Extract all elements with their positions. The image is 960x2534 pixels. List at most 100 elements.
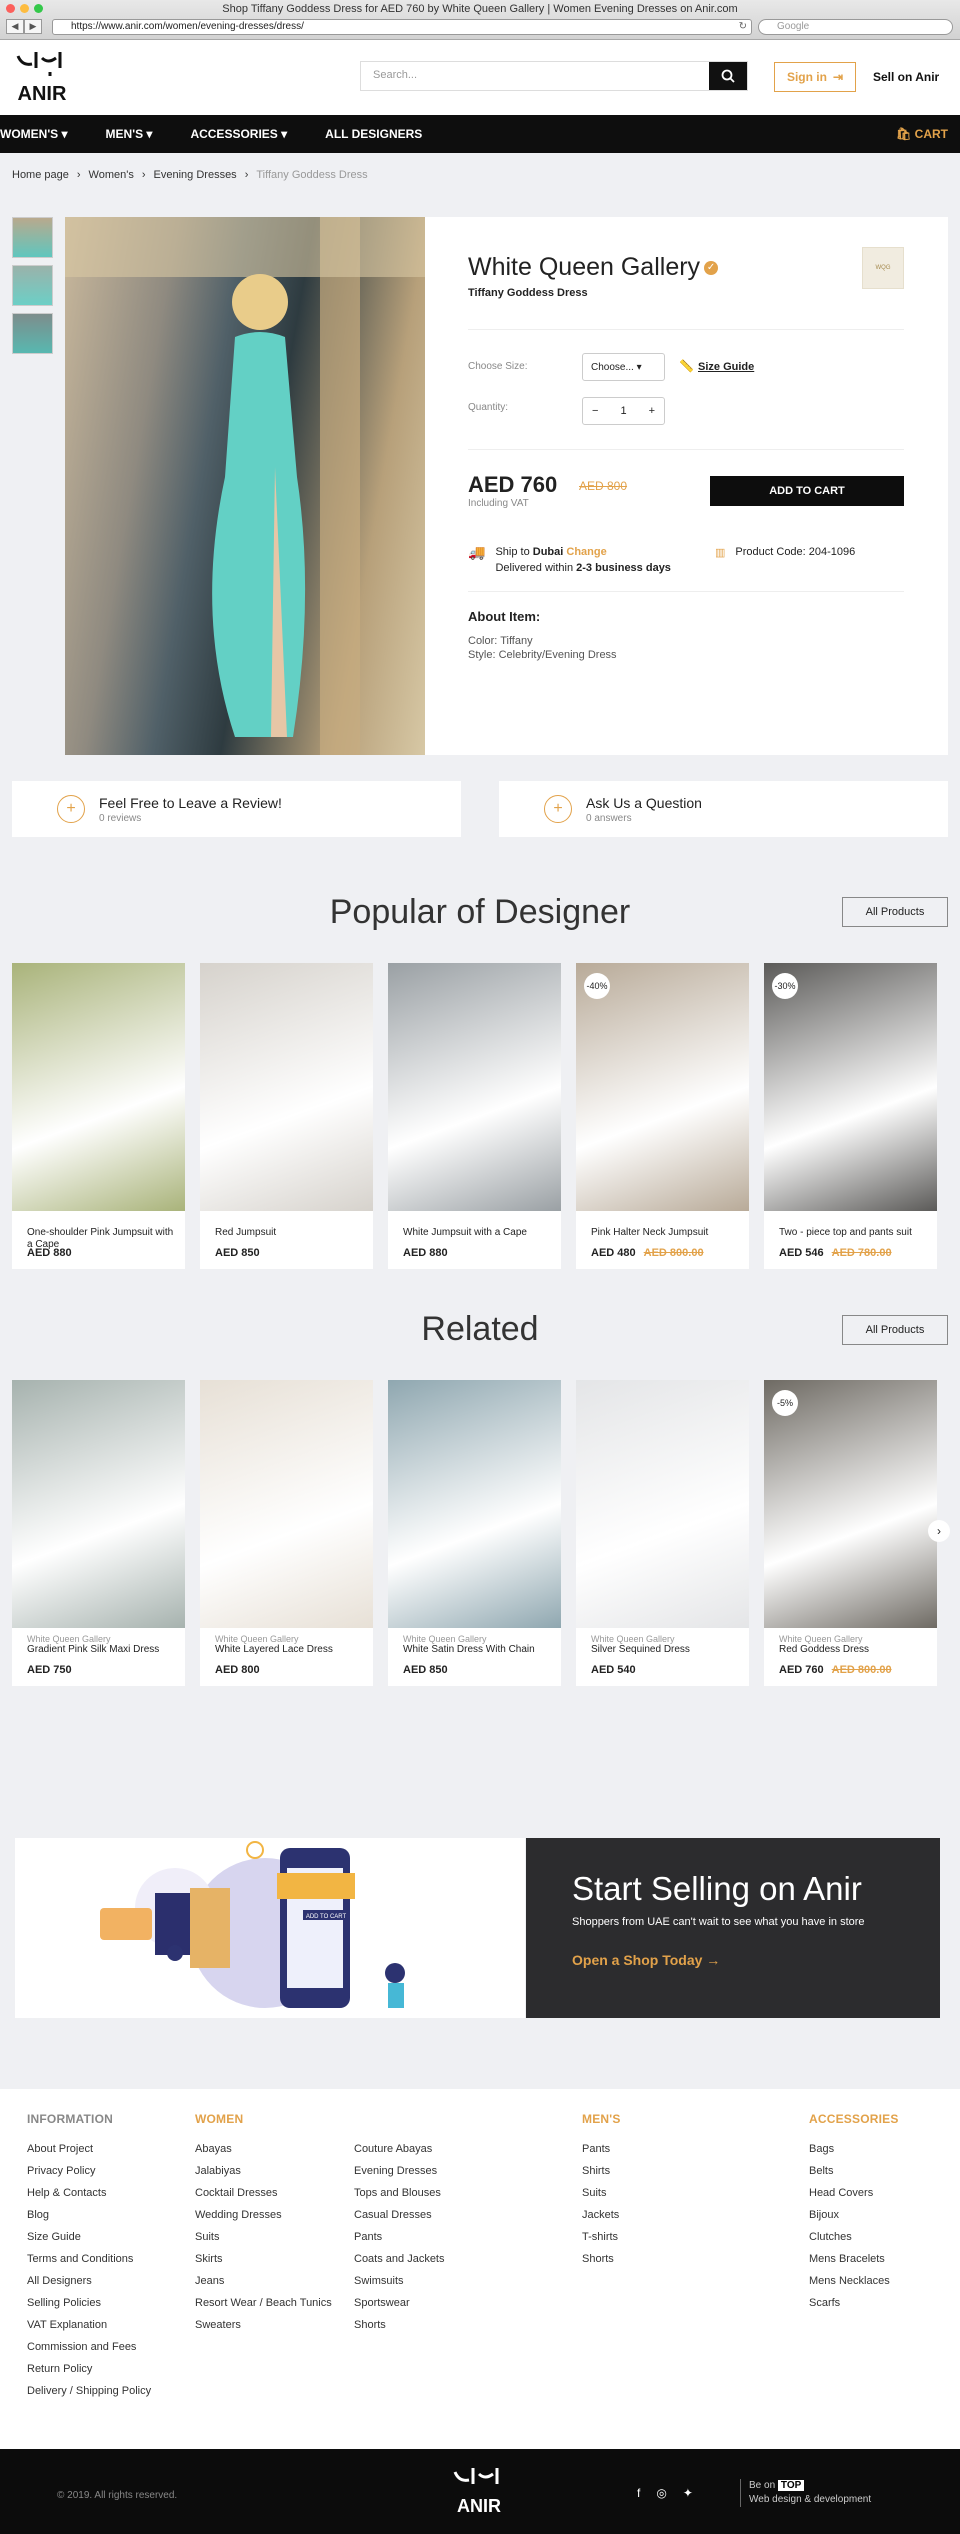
facebook-icon[interactable]: f (637, 2486, 640, 2500)
ask-question-box[interactable]: + Ask Us a Question 0 answers (499, 781, 948, 837)
address-bar[interactable]: https://www.anir.com/women/evening-dress… (52, 19, 752, 35)
increase-button[interactable]: + (649, 405, 655, 417)
footer-women-link[interactable]: Sweaters (195, 2319, 332, 2331)
quantity-value[interactable]: 1 (620, 405, 626, 417)
footer-women-link[interactable]: Swimsuits (354, 2275, 445, 2287)
footer-women-link[interactable]: Wedding Dresses (195, 2209, 332, 2221)
footer-men-link[interactable]: Jackets (582, 2209, 621, 2221)
anir-logo[interactable]: ANIR (12, 48, 72, 106)
product-image[interactable] (200, 1380, 373, 1628)
nav-all-designers[interactable]: ALL DESIGNERS (325, 127, 422, 141)
twitter-icon[interactable]: ✦ (683, 2486, 693, 2500)
footer-men-link[interactable]: Pants (582, 2143, 621, 2155)
footer-accessories-link[interactable]: Scarfs (809, 2297, 899, 2309)
footer-women-link[interactable]: Couture Abayas (354, 2143, 445, 2155)
footer-accessories-link[interactable]: Mens Necklaces (809, 2275, 899, 2287)
open-shop-link[interactable]: Open a Shop Today → (572, 1952, 894, 1968)
anir-footer-logo[interactable]: ANIR (449, 2466, 509, 2518)
footer-info-link[interactable]: Delivery / Shipping Policy (27, 2385, 151, 2397)
product-name[interactable]: Pink Halter Neck Jumpsuit (591, 1227, 741, 1239)
product-main-image[interactable] (65, 217, 425, 755)
footer-accessories-link[interactable]: Bijoux (809, 2209, 899, 2221)
product-card[interactable]: -40% Pink Halter Neck Jumpsuit AED 480 AED … (576, 963, 749, 1269)
search-input[interactable]: Search... (361, 62, 709, 90)
footer-info-link[interactable]: Commission and Fees (27, 2341, 151, 2353)
product-card[interactable]: -5% White Queen Gallery Red Goddess Dress A… (764, 1380, 937, 1686)
footer-info-link[interactable]: Selling Policies (27, 2297, 151, 2309)
footer-men-link[interactable]: Suits (582, 2187, 621, 2199)
footer-info-link[interactable]: Size Guide (27, 2231, 151, 2243)
footer-women-link[interactable]: Cocktail Dresses (195, 2187, 332, 2199)
nav-mens[interactable]: MEN'S ▾ (106, 127, 153, 141)
size-guide-link[interactable]: Size Guide (698, 361, 754, 373)
size-select[interactable]: Choose... ▾ (582, 353, 665, 381)
product-name[interactable]: White Layered Lace Dress (215, 1644, 365, 1656)
footer-accessories-link[interactable]: Clutches (809, 2231, 899, 2243)
product-card[interactable]: White Queen Gallery White Satin Dress Wit… (388, 1380, 561, 1686)
browser-search-field[interactable]: Google (758, 19, 953, 35)
product-card[interactable]: Red Jumpsuit AED 850 (200, 963, 373, 1269)
breadcrumb-evening-dresses[interactable]: Evening Dresses (154, 169, 237, 181)
forward-button[interactable]: ▶ (24, 19, 42, 34)
brand-title[interactable]: White Queen Gallery ✓ (468, 253, 719, 282)
product-name[interactable]: White Jumpsuit with a Cape (403, 1227, 553, 1239)
product-card[interactable]: -30% Two - piece top and pants suit AED 54… (764, 963, 937, 1269)
product-card[interactable]: White Queen Gallery Silver Sequined Dress… (576, 1380, 749, 1686)
brand-logo[interactable]: WQG (862, 247, 904, 289)
product-card[interactable]: One-shoulder Pink Jumpsuit with a Cape AE… (12, 963, 185, 1269)
footer-women-link[interactable]: Abayas (195, 2143, 332, 2155)
product-name[interactable]: Gradient Pink Silk Maxi Dress (27, 1644, 177, 1656)
product-image[interactable] (200, 963, 373, 1211)
footer-info-link[interactable]: Privacy Policy (27, 2165, 151, 2177)
footer-women-link[interactable]: Suits (195, 2231, 332, 2243)
footer-women-link[interactable]: Pants (354, 2231, 445, 2243)
product-name[interactable]: Red Goddess Dress (779, 1644, 929, 1656)
footer-men-link[interactable]: Shirts (582, 2165, 621, 2177)
product-image[interactable] (388, 1380, 561, 1628)
footer-women-link[interactable]: Casual Dresses (354, 2209, 445, 2221)
footer-women-link[interactable]: Tops and Blouses (354, 2187, 445, 2199)
footer-accessories-link[interactable]: Head Covers (809, 2187, 899, 2199)
thumbnail-1[interactable] (12, 217, 53, 258)
footer-women-link[interactable]: Jalabiyas (195, 2165, 332, 2177)
product-image[interactable] (12, 963, 185, 1211)
footer-accessories-link[interactable]: Bags (809, 2143, 899, 2155)
decrease-button[interactable]: − (592, 405, 598, 417)
product-image[interactable] (388, 963, 561, 1211)
product-name[interactable]: Red Jumpsuit (215, 1227, 365, 1239)
instagram-icon[interactable]: ◎ (656, 2486, 666, 2500)
product-image[interactable] (576, 1380, 749, 1628)
footer-accessories-link[interactable]: Mens Bracelets (809, 2253, 899, 2265)
reload-icon[interactable]: ↻ (739, 20, 747, 34)
product-image[interactable] (764, 963, 937, 1211)
footer-info-link[interactable]: About Project (27, 2143, 151, 2155)
thumbnail-2[interactable] (12, 265, 53, 306)
footer-men-link[interactable]: Shorts (582, 2253, 621, 2265)
related-all-products-button[interactable]: All Products (842, 1315, 948, 1345)
search-button[interactable] (709, 62, 747, 90)
nav-accessories[interactable]: ACCESSORIES ▾ (190, 127, 287, 141)
footer-women-link[interactable]: Evening Dresses (354, 2165, 445, 2177)
popular-all-products-button[interactable]: All Products (842, 897, 948, 927)
footer-accessories-link[interactable]: Belts (809, 2165, 899, 2177)
product-card[interactable]: White Queen Gallery White Layered Lace Dr… (200, 1380, 373, 1686)
signin-button[interactable]: Sign in ⇥ (774, 62, 856, 92)
product-image[interactable] (576, 963, 749, 1211)
footer-women-link[interactable]: Shorts (354, 2319, 445, 2331)
thumbnail-3[interactable] (12, 313, 53, 354)
footer-women-link[interactable]: Coats and Jackets (354, 2253, 445, 2265)
footer-info-link[interactable]: Help & Contacts (27, 2187, 151, 2199)
footer-info-link[interactable]: Blog (27, 2209, 151, 2221)
footer-info-link[interactable]: VAT Explanation (27, 2319, 151, 2331)
leave-review-box[interactable]: + Feel Free to Leave a Review! 0 reviews (12, 781, 461, 837)
footer-women-link[interactable]: Resort Wear / Beach Tunics (195, 2297, 332, 2309)
developer-credit[interactable]: Be on TOP Web design & development (740, 2479, 871, 2507)
footer-info-link[interactable]: Return Policy (27, 2363, 151, 2375)
footer-women-link[interactable]: Jeans (195, 2275, 332, 2287)
back-button[interactable]: ◀ (6, 19, 24, 34)
product-name[interactable]: Two - piece top and pants suit (779, 1227, 929, 1239)
footer-info-link[interactable]: Terms and Conditions (27, 2253, 151, 2265)
change-city-link[interactable]: Change (566, 546, 606, 558)
footer-info-link[interactable]: All Designers (27, 2275, 151, 2287)
nav-womens[interactable]: WOMEN'S ▾ (0, 127, 68, 141)
